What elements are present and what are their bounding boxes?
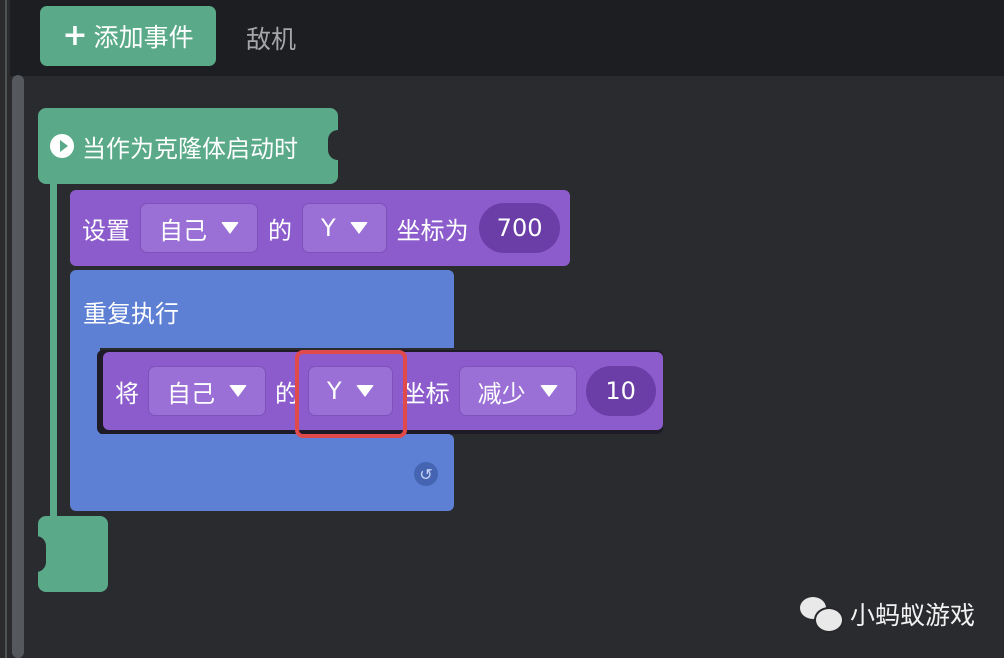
set-target-dropdown[interactable]: 自己 [140,203,258,253]
play-icon [50,134,74,158]
change-of-label: 的 [275,379,299,408]
watermark-text: 小蚂蚁游戏 [850,601,976,630]
panel-divider[interactable] [5,0,7,658]
add-event-label: 添加事件 [93,23,194,52]
event-block-stem [50,180,57,525]
repeat-label: 重复执行 [83,300,179,328]
repeat-block-bottom[interactable]: ↺ [70,434,454,511]
block-notch [36,536,46,572]
change-suffix-label: 坐标 [401,379,450,408]
change-operation-dropdown[interactable]: 减少 [458,366,577,416]
repeat-block-arm [70,340,100,440]
change-operation-value: 减少 [477,379,526,408]
repeat-forever-block[interactable]: 重复执行 [70,270,454,348]
change-axis-value: Y [327,377,342,405]
event-block-label: 当作为克隆体启动时 [82,134,298,163]
set-target-value: 自己 [159,216,207,245]
loop-arrow-icon: ↺ [414,462,438,486]
change-coordinate-block[interactable]: 将 自己 的 Y 坐标 减少 10 [103,352,663,430]
change-axis-dropdown[interactable]: Y [308,366,393,416]
block-notch [328,130,346,160]
set-suffix-label: 坐标为 [396,216,469,245]
chevron-down-icon [229,385,247,397]
event-block-foot[interactable] [36,516,108,592]
plus-icon: + [62,18,88,53]
watermark: 小蚂蚁游戏 [800,596,976,633]
wechat-icon [800,597,844,633]
event-block-clone-start[interactable]: 当作为克隆体启动时 [38,108,346,184]
change-target-dropdown[interactable]: 自己 [148,366,266,416]
change-value-input[interactable]: 10 [585,366,656,416]
chevron-down-icon [355,385,374,397]
change-target-value: 自己 [167,379,215,408]
set-prefix-label: 设置 [82,216,130,245]
add-event-button[interactable]: + 添加事件 [40,6,216,66]
set-axis-value: Y [321,214,336,242]
chevron-down-icon [539,385,558,397]
workspace-scrollbar[interactable] [12,75,24,658]
chevron-down-icon [349,222,368,234]
set-axis-dropdown[interactable]: Y [302,203,387,253]
set-coordinate-block[interactable]: 设置 自己 的 Y 坐标为 700 [70,190,570,266]
change-prefix-label: 将 [115,379,139,408]
chevron-down-icon [221,222,239,234]
tab-enemy-sprite[interactable]: 敌机 [246,20,296,56]
set-value-input[interactable]: 700 [478,203,561,253]
set-of-label: 的 [268,216,292,245]
